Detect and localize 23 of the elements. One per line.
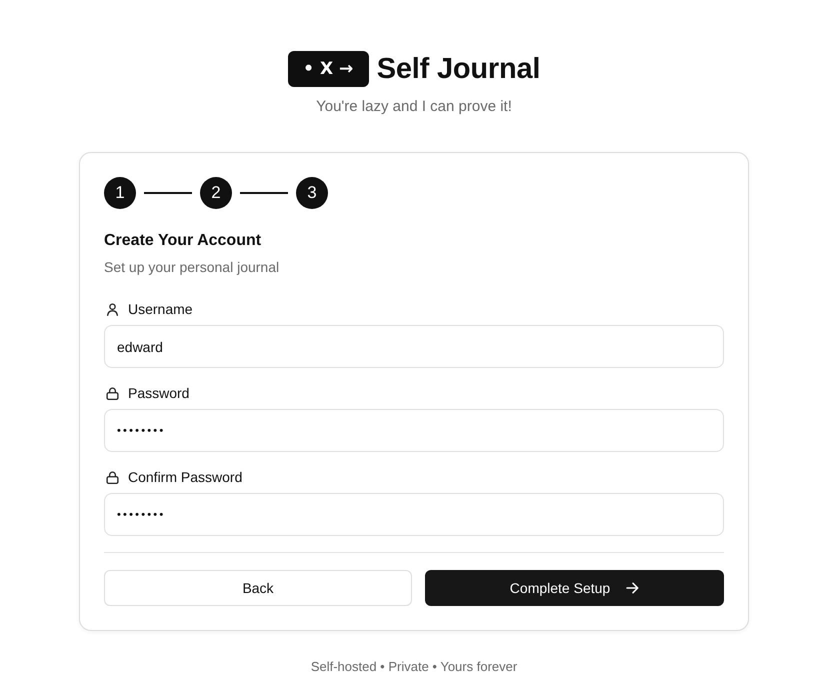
footer-text: Self-hosted • Private • Yours forever — [310, 659, 518, 675]
action-button[interactable]: Back — [104, 570, 412, 606]
step-circle: 1 — [104, 177, 136, 209]
input-field[interactable]: •••••••• — [104, 493, 724, 536]
lock-icon — [106, 470, 119, 484]
step-connector — [144, 192, 192, 194]
tagline: You're lazy and I can prove it! — [316, 97, 512, 117]
input-field[interactable]: edward — [104, 325, 724, 368]
form-heading: Create Your Account — [104, 231, 262, 251]
arrow-right-icon — [626, 582, 640, 594]
user-icon — [106, 302, 119, 316]
input-field[interactable]: •••••••• — [104, 409, 724, 452]
lock-icon — [106, 386, 119, 400]
app-title: Self Journal — [376, 52, 540, 86]
form-subheading: Set up your personal journal — [104, 258, 280, 276]
field-label: Confirm Password — [128, 468, 242, 486]
field-label: Password — [128, 384, 190, 402]
step-circle: 2 — [200, 177, 232, 209]
step-circle: 3 — [296, 177, 328, 209]
action-button[interactable]: Complete Setup — [425, 570, 724, 606]
field-label: Username — [128, 300, 193, 318]
step-connector — [240, 192, 288, 194]
logo-badge: • X → — [288, 51, 369, 87]
